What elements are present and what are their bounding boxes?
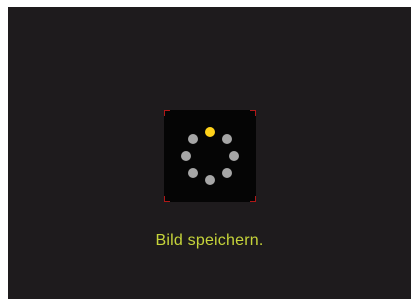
status-message: Bild speichern. [155,232,264,249]
spinner-dot [181,151,191,161]
spinner-dot [229,151,239,161]
frame-corner-bottom-right [250,196,256,202]
spinner-dot [188,167,199,178]
camera-screen: Bild speichern. [8,7,411,299]
spinner-dot [205,175,215,185]
frame-corner-top-right [250,110,256,116]
frame-corner-top-left [164,110,170,116]
spinner-dot [188,134,199,145]
frame-corner-bottom-left [164,196,170,202]
progress-indicator [164,110,256,202]
spinner-dot [221,134,232,145]
spinner-dot [205,127,215,137]
spinner-dot [221,167,232,178]
